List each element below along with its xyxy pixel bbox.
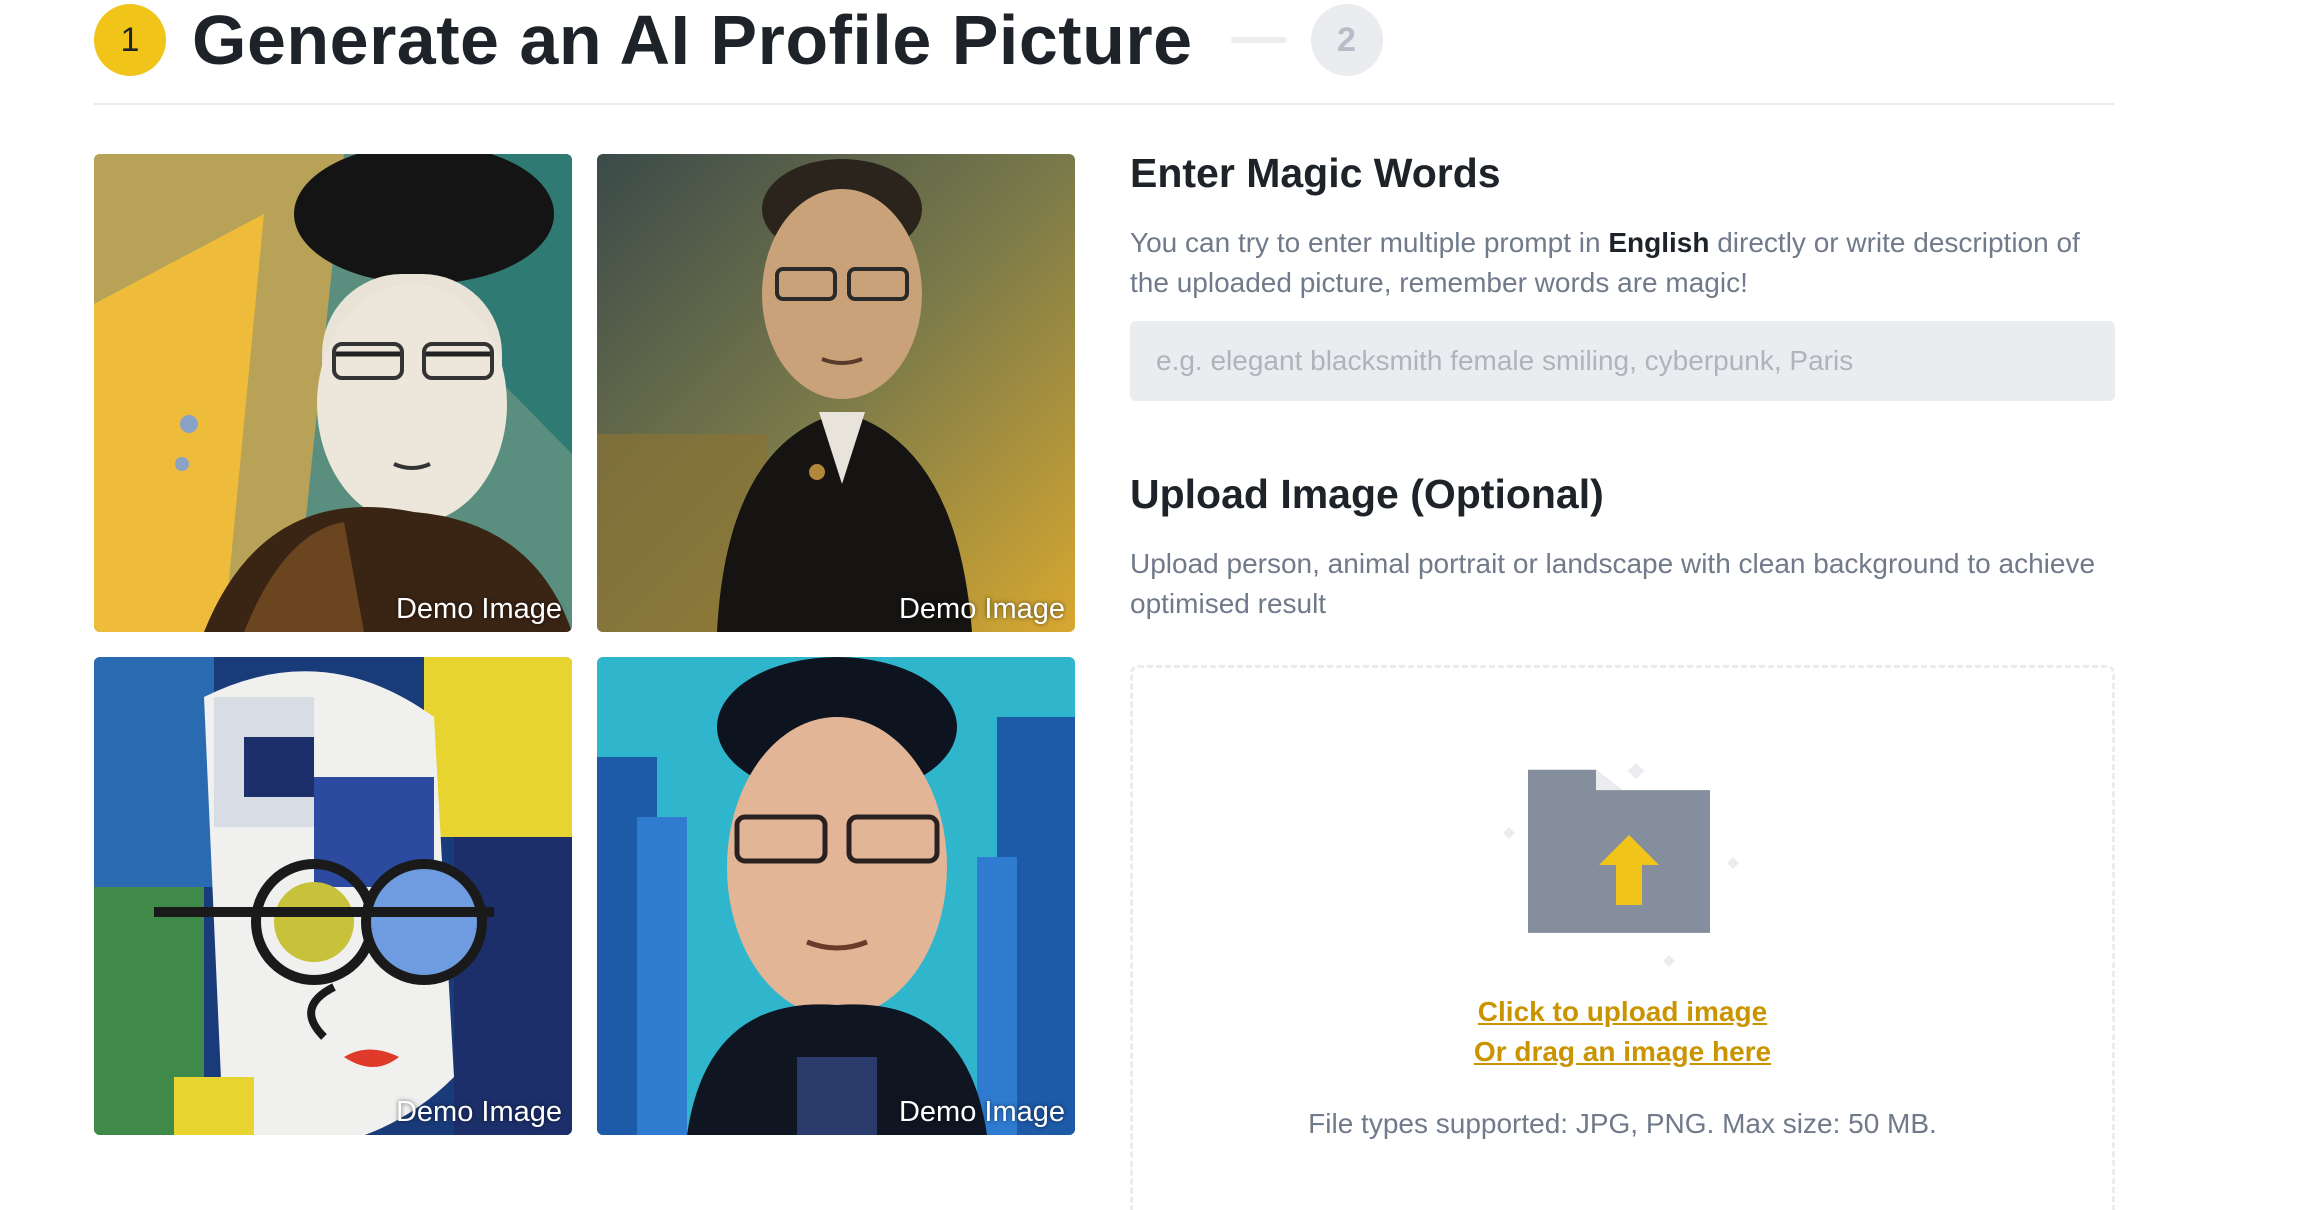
prompt-input[interactable] xyxy=(1130,321,2115,401)
step-1-indicator: 1 xyxy=(94,4,166,76)
demo-image-label: Demo Image xyxy=(395,593,562,625)
upload-dropzone[interactable]: Click to upload image Or drag an image h… xyxy=(1130,665,2115,1210)
demo-image-card[interactable]: Demo Image xyxy=(94,657,572,1135)
demo-image-label: Demo Image xyxy=(898,1096,1065,1128)
demo-image-card[interactable]: Demo Image xyxy=(597,154,1075,632)
demo-image-label: Demo Image xyxy=(898,593,1065,625)
drag-image-link[interactable]: Or drag an image here xyxy=(1133,1036,2112,1068)
magic-words-desc-text: You can try to enter multiple prompt in xyxy=(1130,227,1609,258)
file-types-note: File types supported: JPG, PNG. Max size… xyxy=(1308,1108,1937,1139)
header-divider xyxy=(94,103,2114,105)
upload-description: Upload person, animal portrait or landsc… xyxy=(1130,548,2096,619)
magic-words-desc-emphasis: English xyxy=(1608,227,1710,258)
demo-image-sketch-portrait xyxy=(94,154,572,632)
folder-upload-icon xyxy=(1503,763,1739,967)
stepper: 1 Generate an AI Profile Picture 2 xyxy=(94,1,1383,79)
ai-profile-picture-page: 1 Generate an AI Profile Picture 2 Demo … xyxy=(0,0,2314,1210)
demo-image-card[interactable]: Demo Image xyxy=(597,657,1075,1135)
demo-image-label: Demo Image xyxy=(395,1096,562,1128)
magic-words-description: You can try to enter multiple prompt in … xyxy=(1130,223,2115,303)
generator-form: Enter Magic Words You can try to enter m… xyxy=(1130,150,2115,1210)
magic-words-title: Enter Magic Words xyxy=(1130,150,1501,196)
demo-image-cyberpunk-portrait xyxy=(597,657,1075,1135)
upload-title: Upload Image (Optional) xyxy=(1130,471,1604,517)
demo-image-cubist-portrait xyxy=(94,657,572,1135)
click-to-upload-link[interactable]: Click to upload image xyxy=(1133,996,2112,1028)
page-title: Generate an AI Profile Picture xyxy=(192,1,1193,79)
demo-image-card[interactable]: Demo Image xyxy=(94,154,572,632)
demo-image-grid: Demo Image Demo Image Demo Image Demo Im… xyxy=(94,154,1077,1137)
step-2-indicator: 2 xyxy=(1310,4,1383,76)
step-connector xyxy=(1230,37,1287,43)
demo-image-oil-portrait xyxy=(597,154,1075,632)
